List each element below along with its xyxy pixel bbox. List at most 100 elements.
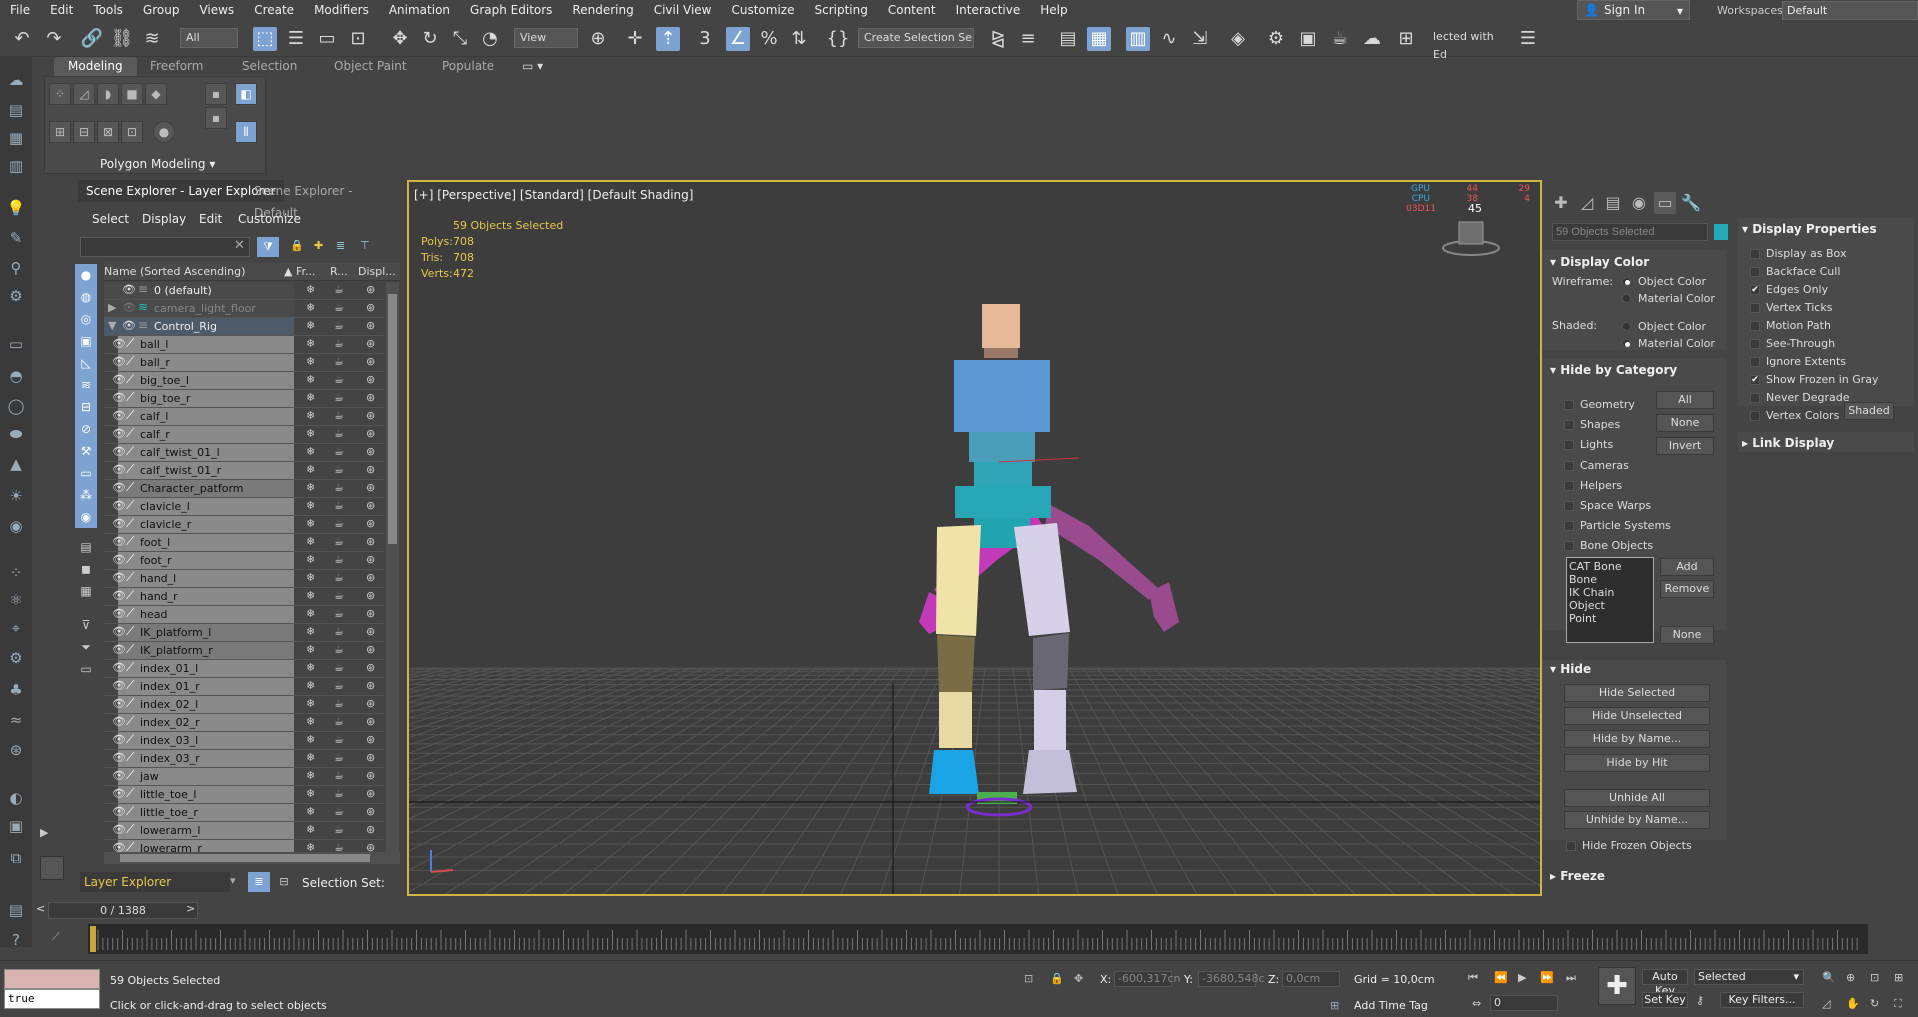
render-icon[interactable]: ☕ [334, 283, 344, 296]
a360-gallery-icon[interactable]: ⊞ [1394, 27, 1418, 51]
display-shapes-icon[interactable]: ◍ [75, 286, 97, 308]
mirror-icon[interactable]: ⧎ [986, 27, 1010, 51]
key-filters-icon[interactable]: ⚷ [1696, 994, 1704, 1007]
modify-tab-icon[interactable]: ◿ [1576, 192, 1598, 214]
play-icon[interactable]: ▶ [1518, 971, 1526, 984]
frozen-icon[interactable]: ❄ [306, 607, 315, 620]
menu-modifiers[interactable]: Modifiers [304, 0, 379, 21]
layer-row[interactable]: ▶ 👁 ≋ camera_light_floor ❄ ☕ ⊛ [104, 300, 384, 318]
menu-file[interactable]: File [0, 0, 40, 21]
mapping-icon[interactable]: ▦ [5, 127, 27, 149]
display-icon[interactable]: ⊛ [366, 391, 375, 404]
layers-icon[interactable]: ≣ [336, 239, 345, 252]
rollout-toggle-hide[interactable]: ▾ Hide [1550, 662, 1591, 676]
shaded-material-color-radio[interactable] [1622, 339, 1631, 348]
eye-icon[interactable]: 👁 [122, 301, 136, 314]
display-property-checkbox[interactable] [1750, 357, 1760, 367]
frozen-icon[interactable]: ❄ [306, 319, 315, 332]
object-row[interactable]: 👁 ⟋ IK_platform_r ❄ ☕ ⊛ [104, 642, 384, 660]
render-icon[interactable]: ☕ [334, 625, 344, 638]
frozen-icon[interactable]: ❄ [306, 589, 315, 602]
render-icon[interactable]: ☕ [334, 337, 344, 350]
display-icon[interactable]: ⊛ [366, 463, 375, 476]
maximize-viewport-icon[interactable]: ⛶ [1894, 997, 1902, 1011]
display-property-checkbox[interactable] [1750, 267, 1760, 277]
use-soft-selection-icon[interactable]: ◧ [235, 83, 257, 105]
display-icon[interactable]: ⊛ [366, 409, 375, 422]
align-icon[interactable]: ≡ [1016, 27, 1040, 51]
redo-icon[interactable]: ↷ [42, 27, 66, 51]
zoom-extents-icon[interactable]: ⊡ [1870, 971, 1879, 984]
material-editor-icon[interactable]: ◈ [1226, 27, 1250, 51]
scrollbar-thumb[interactable] [388, 294, 397, 544]
eye-icon[interactable]: 👁 [112, 733, 126, 746]
display-icon[interactable]: ⊛ [366, 319, 375, 332]
layer-explorer-icon[interactable]: ≣ [248, 872, 270, 892]
render-icon[interactable]: ☕ [334, 805, 344, 818]
render-icon[interactable]: ☕ [334, 787, 344, 800]
selection-lock-icon[interactable]: 🔒 [1050, 972, 1064, 985]
object-row[interactable]: 👁 ⟋ calf_twist_01_r ❄ ☕ ⊛ [104, 462, 384, 480]
new-layer-icon[interactable]: ✚ [314, 239, 323, 252]
script-icon[interactable]: ⧉ [5, 847, 27, 869]
ribbon-options-icon[interactable]: ▭ ▾ [522, 57, 543, 76]
grow-icon[interactable]: ⊞ [49, 121, 71, 143]
column-render[interactable]: R... [330, 265, 348, 278]
snap-3d-icon[interactable]: 3 [693, 27, 717, 51]
eye-icon[interactable]: 👁 [112, 589, 126, 602]
display-icon[interactable]: ⊛ [366, 733, 375, 746]
display-property-checkbox[interactable] [1750, 249, 1760, 259]
category-all-button[interactable]: All [1656, 391, 1714, 409]
scrollbar-thumb[interactable] [120, 854, 370, 862]
object-row[interactable]: 👁 ⟋ hand_r ❄ ☕ ⊛ [104, 588, 384, 606]
object-row[interactable]: 👁 ⟋ calf_r ❄ ☕ ⊛ [104, 426, 384, 444]
move-icon[interactable]: ✥ [388, 27, 412, 51]
object-row[interactable]: 👁 ⟋ index_01_l ❄ ☕ ⊛ [104, 660, 384, 678]
expand-icon[interactable]: ▶ [108, 301, 116, 314]
se-menu-customize[interactable]: Customize [238, 212, 301, 226]
pivot-icon[interactable]: ⊕ [586, 27, 610, 51]
frozen-icon[interactable]: ❄ [306, 751, 315, 764]
frozen-icon[interactable]: ❄ [306, 481, 315, 494]
auto-key-button[interactable]: Auto Key [1642, 969, 1688, 997]
selection-set-icon[interactable]: ⊟ [274, 872, 294, 892]
window-crossing-icon[interactable]: ⊡ [346, 27, 370, 51]
object-row[interactable]: 👁 ⟋ foot_r ❄ ☕ ⊛ [104, 552, 384, 570]
viewport-label[interactable]: [+] [Perspective] [Standard] [Default Sh… [414, 188, 693, 202]
cone-icon[interactable]: ▲ [5, 453, 27, 475]
object-row[interactable]: 👁 ⟋ ball_l ❄ ☕ ⊛ [104, 336, 384, 354]
se-menu-display[interactable]: Display [142, 212, 186, 226]
render-icon[interactable]: ☕ [334, 481, 344, 494]
category-checkbox[interactable] [1564, 521, 1574, 532]
display-geometry-icon[interactable]: ● [75, 264, 97, 286]
filter-options-icon[interactable]: ⊽ [75, 614, 97, 636]
render-icon[interactable]: ☕ [334, 445, 344, 458]
zoom-all-icon[interactable]: ⊕ [1846, 971, 1855, 984]
object-row[interactable]: 👁 ⟋ index_02_r ❄ ☕ ⊛ [104, 714, 384, 732]
eye-icon[interactable]: 👁 [112, 787, 126, 800]
render-icon[interactable]: ☕ [334, 751, 344, 764]
frozen-icon[interactable]: ❄ [306, 463, 315, 476]
category-checkbox[interactable] [1564, 400, 1574, 410]
hide-frozen-checkbox[interactable] [1566, 841, 1576, 851]
frozen-icon[interactable]: ❄ [306, 643, 315, 656]
set-key-button[interactable]: Set Key [1642, 992, 1688, 1008]
display-property-checkbox[interactable] [1750, 321, 1760, 331]
vertex-colors-shaded-button[interactable]: Shaded [1844, 402, 1894, 420]
cylinder-icon[interactable]: ⬬ [5, 423, 27, 445]
render-icon[interactable]: ☕ [334, 535, 344, 548]
frozen-icon[interactable]: ❄ [306, 337, 315, 350]
display-icon[interactable]: ⊛ [366, 679, 375, 692]
hierarchy-tab-icon[interactable]: ▤ [1602, 192, 1624, 214]
curve-editor-icon[interactable]: ∿ [1157, 27, 1181, 51]
render-icon[interactable]: ☕ [334, 733, 344, 746]
display-property-checkbox[interactable] [1750, 339, 1760, 349]
toggle-scene-explorer-icon[interactable]: ▤ [1056, 27, 1080, 51]
display-icon[interactable]: ⊛ [366, 715, 375, 728]
display-lights-icon[interactable]: ◎ [75, 308, 97, 330]
menu-customize[interactable]: Customize [721, 0, 804, 21]
shrink-icon[interactable]: ⊟ [73, 121, 95, 143]
object-row[interactable]: 👁 ⟋ index_02_l ❄ ☕ ⊛ [104, 696, 384, 714]
collapse-stack-icon[interactable]: ▪ [205, 83, 227, 105]
frozen-icon[interactable]: ❄ [306, 697, 315, 710]
